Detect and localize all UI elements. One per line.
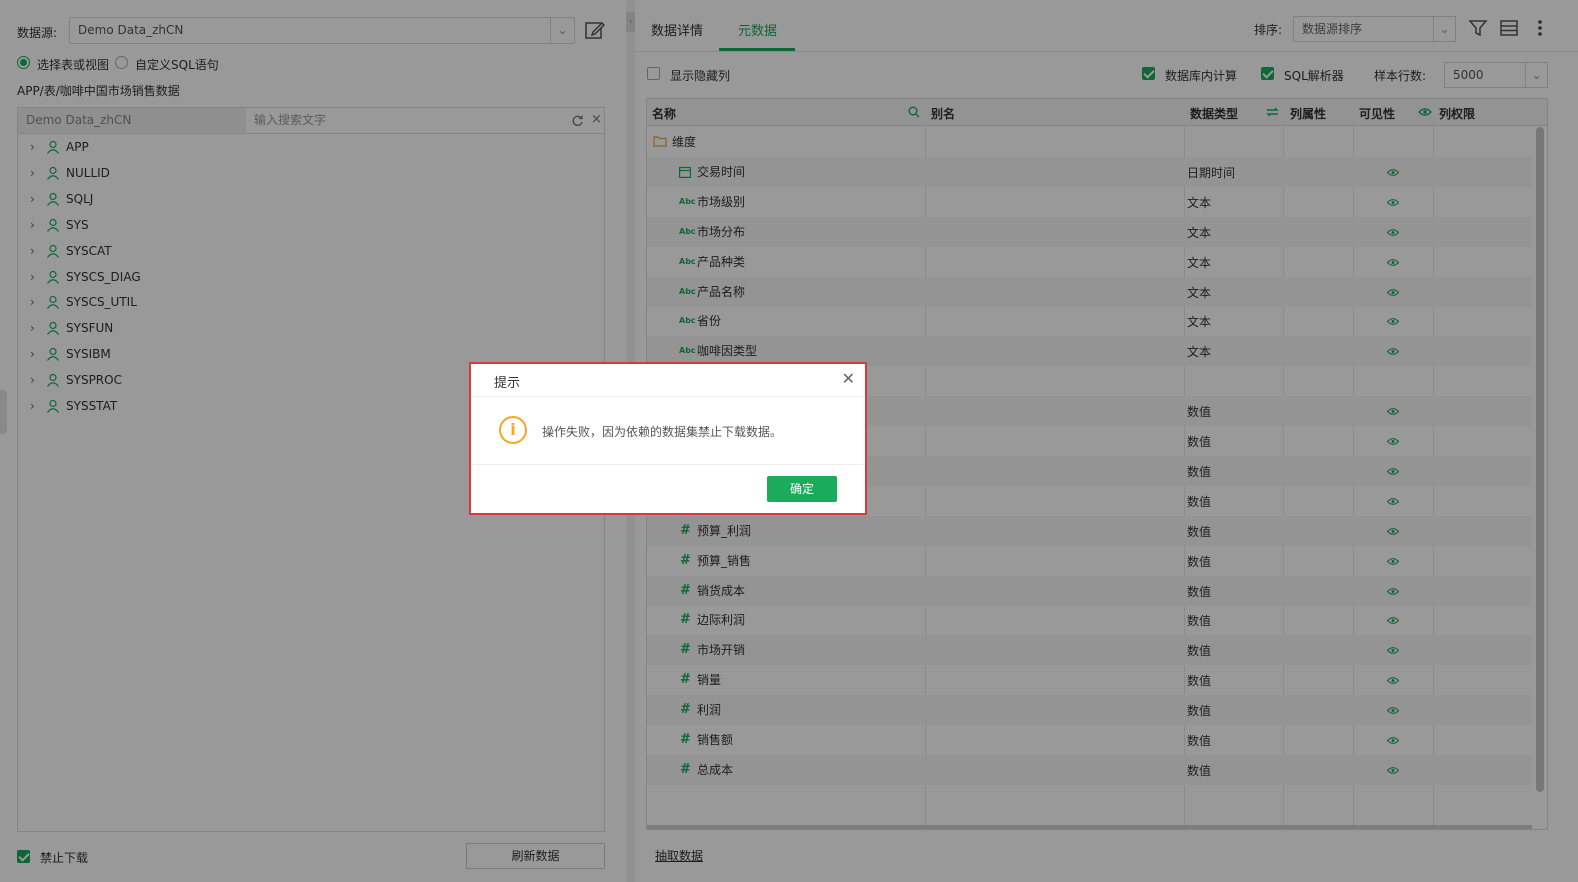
dialog-body: i 操作失败，因为依赖的数据集禁止下载数据。 [471, 398, 865, 465]
dialog-message: 操作失败，因为依赖的数据集禁止下载数据。 [542, 425, 783, 439]
close-icon[interactable]: ✕ [842, 370, 855, 388]
info-warning-icon: i [499, 416, 527, 444]
alert-dialog: 提示 ✕ i 操作失败，因为依赖的数据集禁止下载数据。 确定 [469, 362, 867, 515]
dialog-header: 提示 ✕ [471, 364, 865, 397]
confirm-button[interactable]: 确定 [767, 476, 837, 502]
dialog-title: 提示 [494, 376, 521, 391]
